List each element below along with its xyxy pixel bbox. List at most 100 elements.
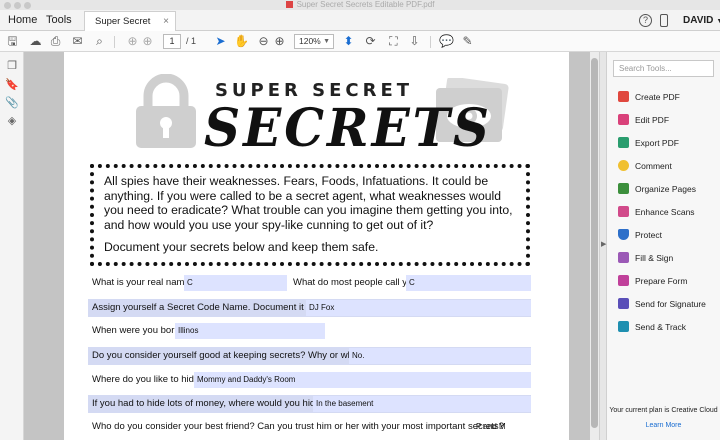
organize-pages-icon <box>618 183 629 194</box>
intro-box: All spies have their weaknesses. Fears, … <box>90 164 530 266</box>
page-number-input[interactable]: 1 <box>163 34 181 49</box>
question-label: What is your real name? <box>92 277 195 288</box>
tool-label: Organize Pages <box>635 184 696 194</box>
pdf-file-icon <box>285 1 293 9</box>
edit-pdf-icon <box>618 114 629 125</box>
vertical-scrollbar[interactable] <box>590 52 599 440</box>
rotate-icon[interactable]: ⟳ <box>363 34 378 49</box>
tool-send-track[interactable]: Send & Track <box>618 319 718 335</box>
question-label: Who do you consider your best friend? Ca… <box>92 421 504 432</box>
fill-sign-icon <box>618 252 629 263</box>
money-hiding-field[interactable]: In the basement <box>313 396 531 412</box>
document-tab[interactable]: Super Secret Secr... × <box>84 11 176 46</box>
best-friend-field[interactable]: P and M <box>473 419 531 435</box>
previous-page-icon[interactable]: ⊕ <box>125 34 140 49</box>
home-menu[interactable]: Home <box>8 10 37 31</box>
document-canvas[interactable]: SUPER SECRET SECRETS All spies have thei… <box>24 52 594 440</box>
tools-menu[interactable]: Tools <box>46 10 72 31</box>
save-icon[interactable]: 🖫 <box>5 34 20 49</box>
user-name: DAVID <box>683 15 714 26</box>
question-row-born: When were you born? Illinos <box>88 322 531 340</box>
tool-comment[interactable]: Comment <box>618 158 718 174</box>
question-row-code-name: Assign yourself a Secret Code Name. Docu… <box>88 299 531 317</box>
tool-organize-pages[interactable]: Organize Pages <box>618 181 718 197</box>
layers-icon[interactable]: ◈ <box>5 114 19 128</box>
bookmarks-icon[interactable]: 🔖 <box>5 78 19 92</box>
question-row-name: What is your real name? C What do most p… <box>88 274 531 292</box>
tool-enhance-scans[interactable]: Enhance Scans <box>618 204 718 220</box>
question-row-hide: Where do you like to hide? Mommy and Dad… <box>88 371 531 389</box>
print-icon[interactable]: ⎙ <box>48 34 63 49</box>
zoom-level-select[interactable]: 120% ▼ <box>294 34 334 49</box>
tool-send-for-signature[interactable]: Send for Signature <box>618 296 718 312</box>
tool-prepare-form[interactable]: Prepare Form <box>618 273 718 289</box>
chevron-down-icon: ▼ <box>716 18 720 25</box>
birthplace-field[interactable]: Illinos <box>175 323 325 339</box>
tool-export-pdf[interactable]: Export PDF <box>618 135 718 151</box>
tool-label: Edit PDF <box>635 115 670 125</box>
intro-instruction: Document your secrets below and keep the… <box>104 240 379 254</box>
window-title-bar: Super Secret Secrets Editable PDF.pdf <box>0 0 720 10</box>
email-icon[interactable]: ✉ <box>70 34 85 49</box>
pdf-page: SUPER SECRET SECRETS All spies have thei… <box>64 52 569 440</box>
cloud-upload-icon[interactable]: ☁ <box>28 34 43 49</box>
full-screen-icon[interactable]: ⛶ <box>386 34 401 49</box>
question-label: Where do you like to hide? <box>92 374 205 385</box>
send-track-icon <box>618 321 629 332</box>
send-signature-icon <box>618 298 629 309</box>
shield-icon <box>618 229 629 240</box>
tool-label: Export PDF <box>635 138 679 148</box>
padlock-icon <box>136 74 196 148</box>
question-row-money: If you had to hide lots of money, where … <box>88 395 531 413</box>
tool-edit-pdf[interactable]: Edit PDF <box>618 112 718 128</box>
tools-pane-splitter[interactable]: ▶ <box>599 52 607 440</box>
tools-pane: Search Tools... Create PDF Edit PDF Expo… <box>607 52 720 440</box>
zoom-level-value: 120% <box>299 36 321 46</box>
prepare-form-icon <box>618 275 629 286</box>
question-row-best-friend: Who do you consider your best friend? Ca… <box>88 418 531 436</box>
comment-icon[interactable]: 💬 <box>439 34 454 49</box>
tool-label: Send for Signature <box>635 299 706 309</box>
zoom-in-icon[interactable]: ⊕ <box>272 34 287 49</box>
close-tab-icon[interactable]: × <box>163 12 169 31</box>
learn-more-link[interactable]: Learn More <box>607 422 720 429</box>
attachments-icon[interactable]: 📎 <box>5 96 19 110</box>
user-menu[interactable]: DAVID ▼ <box>683 10 720 32</box>
tool-create-pdf[interactable]: Create PDF <box>618 89 718 105</box>
nickname-field[interactable]: C <box>406 275 531 291</box>
good-secrets-field[interactable]: No. <box>349 348 531 364</box>
export-pdf-icon <box>618 137 629 148</box>
fit-page-icon[interactable]: ⬍ <box>341 34 356 49</box>
tool-label: Comment <box>635 161 672 171</box>
question-row-good-secrets: Do you consider yourself good at keeping… <box>88 347 531 365</box>
question-label: What do most people call you? <box>293 277 423 288</box>
tool-label: Protect <box>635 230 662 240</box>
hiding-place-field[interactable]: Mommy and Daddy's Room <box>194 372 531 388</box>
hand-tool-icon[interactable]: ✋ <box>234 34 249 49</box>
main-toolbar: 🖫 ☁ ⎙ ✉ ⌕ ⊕ ⊕ 1 / 1 ➤ ✋ ⊖ ⊕ 120% ▼ ⬍ ⟳ ⛶ … <box>0 31 720 52</box>
page-total: / 1 <box>186 36 197 46</box>
code-name-field[interactable]: DJ Fox <box>306 300 531 316</box>
search-tools-input[interactable]: Search Tools... <box>613 60 714 77</box>
next-page-icon[interactable]: ⊕ <box>140 34 155 49</box>
question-label: Assign yourself a Secret Code Name. Docu… <box>92 302 329 313</box>
window-title: Super Secret Secrets Editable PDF.pdf <box>296 0 435 9</box>
enhance-scans-icon <box>618 206 629 217</box>
search-icon[interactable]: ⌕ <box>92 34 107 49</box>
tool-fill-sign[interactable]: Fill & Sign <box>618 250 718 266</box>
page-thumbnails-icon[interactable]: ❐ <box>5 59 19 73</box>
collapse-right-pane-icon[interactable]: ▶ <box>601 240 606 248</box>
scrollbar-thumb[interactable] <box>591 58 598 428</box>
chevron-down-icon: ▼ <box>323 38 330 45</box>
highlight-pen-icon[interactable]: ✎ <box>460 34 475 49</box>
mobile-link-icon[interactable] <box>660 14 668 27</box>
help-icon[interactable]: ? <box>639 14 652 27</box>
question-label: When were you born? <box>92 325 185 336</box>
create-pdf-icon <box>618 91 629 102</box>
tool-label: Enhance Scans <box>635 207 695 217</box>
scroll-mode-icon[interactable]: ⇩ <box>407 34 422 49</box>
real-name-field[interactable]: C <box>184 275 287 291</box>
tool-protect[interactable]: Protect <box>618 227 718 243</box>
select-tool-icon[interactable]: ➤ <box>213 34 228 49</box>
zoom-out-icon[interactable]: ⊖ <box>256 34 271 49</box>
